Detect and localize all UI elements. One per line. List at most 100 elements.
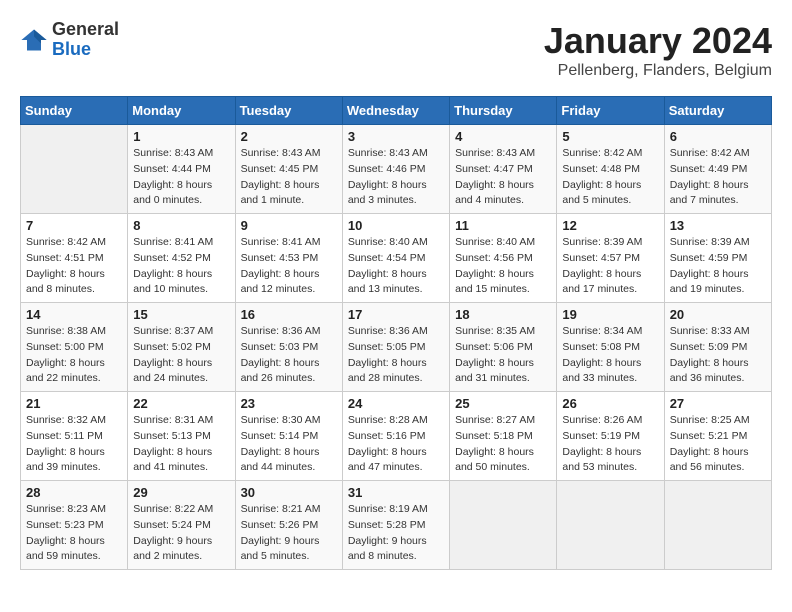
header-day-friday: Friday: [557, 97, 664, 125]
calendar-cell: 23 Sunrise: 8:30 AM Sunset: 5:14 PM Dayli…: [235, 392, 342, 481]
calendar-cell: 21 Sunrise: 8:32 AM Sunset: 5:11 PM Dayli…: [21, 392, 128, 481]
calendar-cell: 14 Sunrise: 8:38 AM Sunset: 5:00 PM Dayli…: [21, 303, 128, 392]
logo-icon: [20, 26, 48, 54]
calendar-cell: 2 Sunrise: 8:43 AM Sunset: 4:45 PM Daylig…: [235, 125, 342, 214]
week-row-1: 1Sunrise: 8:43 AM Sunset: 4:44 PM Daylig…: [21, 125, 772, 214]
day-info: Sunrise: 8:39 AM Sunset: 4:57 PM Dayligh…: [562, 235, 658, 298]
calendar-cell: 4 Sunrise: 8:43 AM Sunset: 4:47 PM Daylig…: [450, 125, 557, 214]
day-info: Sunrise: 8:19 AM Sunset: 5:28 PM Dayligh…: [348, 502, 444, 565]
calendar-cell: 30Sunrise: 8:21 AM Sunset: 5:26 PM Dayli…: [235, 481, 342, 570]
day-info: Sunrise: 8:37 AM Sunset: 5:02 PM Dayligh…: [133, 324, 229, 387]
day-info: Sunrise: 8:41 AM Sunset: 4:53 PM Dayligh…: [241, 235, 337, 298]
day-info: Sunrise: 8:36 AM Sunset: 5:03 PM Dayligh…: [241, 324, 337, 387]
calendar-cell: 22Sunrise: 8:31 AM Sunset: 5:13 PM Dayli…: [128, 392, 235, 481]
header-day-wednesday: Wednesday: [342, 97, 449, 125]
calendar-cell: 10 Sunrise: 8:40 AM Sunset: 4:54 PM Dayli…: [342, 214, 449, 303]
logo: General Blue: [20, 20, 119, 60]
day-number: 31: [348, 485, 444, 500]
day-number: 12: [562, 218, 658, 233]
week-row-4: 21 Sunrise: 8:32 AM Sunset: 5:11 PM Dayli…: [21, 392, 772, 481]
week-row-5: 28Sunrise: 8:23 AM Sunset: 5:23 PM Dayli…: [21, 481, 772, 570]
day-info: Sunrise: 8:25 AM Sunset: 5:21 PM Dayligh…: [670, 413, 766, 476]
day-number: 1: [133, 129, 229, 144]
day-number: 21: [26, 396, 122, 411]
day-number: 4: [455, 129, 551, 144]
calendar-cell: 6 Sunrise: 8:42 AM Sunset: 4:49 PM Daylig…: [664, 125, 771, 214]
day-number: 30: [241, 485, 337, 500]
day-number: 19: [562, 307, 658, 322]
header-day-thursday: Thursday: [450, 97, 557, 125]
day-number: 20: [670, 307, 766, 322]
day-number: 10: [348, 218, 444, 233]
day-number: 14: [26, 307, 122, 322]
calendar-cell: 28Sunrise: 8:23 AM Sunset: 5:23 PM Dayli…: [21, 481, 128, 570]
day-number: 18: [455, 307, 551, 322]
day-info: Sunrise: 8:30 AM Sunset: 5:14 PM Dayligh…: [241, 413, 337, 476]
day-info: Sunrise: 8:41 AM Sunset: 4:52 PM Dayligh…: [133, 235, 229, 298]
day-info: Sunrise: 8:40 AM Sunset: 4:54 PM Dayligh…: [348, 235, 444, 298]
calendar-table: SundayMondayTuesdayWednesdayThursdayFrid…: [20, 96, 772, 570]
day-number: 24: [348, 396, 444, 411]
day-info: Sunrise: 8:43 AM Sunset: 4:47 PM Dayligh…: [455, 146, 551, 209]
day-info: Sunrise: 8:22 AM Sunset: 5:24 PM Dayligh…: [133, 502, 229, 565]
header-day-monday: Monday: [128, 97, 235, 125]
day-number: 6: [670, 129, 766, 144]
day-number: 17: [348, 307, 444, 322]
calendar-cell: [664, 481, 771, 570]
header-row: SundayMondayTuesdayWednesdayThursdayFrid…: [21, 97, 772, 125]
calendar-cell: 8 Sunrise: 8:41 AM Sunset: 4:52 PM Daylig…: [128, 214, 235, 303]
calendar-cell: 26Sunrise: 8:26 AM Sunset: 5:19 PM Dayli…: [557, 392, 664, 481]
calendar-cell: 20Sunrise: 8:33 AM Sunset: 5:09 PM Dayli…: [664, 303, 771, 392]
day-info: Sunrise: 8:40 AM Sunset: 4:56 PM Dayligh…: [455, 235, 551, 298]
day-info: Sunrise: 8:43 AM Sunset: 4:45 PM Dayligh…: [241, 146, 337, 209]
title-section: January 2024 Pellenberg, Flanders, Belgi…: [544, 20, 772, 80]
calendar-cell: [450, 481, 557, 570]
day-number: 29: [133, 485, 229, 500]
day-number: 9: [241, 218, 337, 233]
location-subtitle: Pellenberg, Flanders, Belgium: [544, 62, 772, 80]
day-info: Sunrise: 8:39 AM Sunset: 4:59 PM Dayligh…: [670, 235, 766, 298]
calendar-cell: 27 Sunrise: 8:25 AM Sunset: 5:21 PM Dayli…: [664, 392, 771, 481]
day-info: Sunrise: 8:26 AM Sunset: 5:19 PM Dayligh…: [562, 413, 658, 476]
header-day-sunday: Sunday: [21, 97, 128, 125]
calendar-body: 1Sunrise: 8:43 AM Sunset: 4:44 PM Daylig…: [21, 125, 772, 570]
day-info: Sunrise: 8:36 AM Sunset: 5:05 PM Dayligh…: [348, 324, 444, 387]
calendar-cell: 13 Sunrise: 8:39 AM Sunset: 4:59 PM Dayli…: [664, 214, 771, 303]
day-number: 3: [348, 129, 444, 144]
day-number: 2: [241, 129, 337, 144]
header-day-saturday: Saturday: [664, 97, 771, 125]
day-info: Sunrise: 8:42 AM Sunset: 4:49 PM Dayligh…: [670, 146, 766, 209]
day-number: 23: [241, 396, 337, 411]
calendar-cell: 31 Sunrise: 8:19 AM Sunset: 5:28 PM Dayli…: [342, 481, 449, 570]
day-number: 7: [26, 218, 122, 233]
day-number: 13: [670, 218, 766, 233]
calendar-cell: 18 Sunrise: 8:35 AM Sunset: 5:06 PM Dayli…: [450, 303, 557, 392]
day-info: Sunrise: 8:43 AM Sunset: 4:46 PM Dayligh…: [348, 146, 444, 209]
week-row-3: 14 Sunrise: 8:38 AM Sunset: 5:00 PM Dayli…: [21, 303, 772, 392]
calendar-cell: 29 Sunrise: 8:22 AM Sunset: 5:24 PM Dayli…: [128, 481, 235, 570]
calendar-cell: [21, 125, 128, 214]
day-number: 25: [455, 396, 551, 411]
header: General Blue January 2024 Pellenberg, Fl…: [20, 20, 772, 80]
calendar-cell: 17 Sunrise: 8:36 AM Sunset: 5:05 PM Dayli…: [342, 303, 449, 392]
day-info: Sunrise: 8:38 AM Sunset: 5:00 PM Dayligh…: [26, 324, 122, 387]
calendar-header: SundayMondayTuesdayWednesdayThursdayFrid…: [21, 97, 772, 125]
calendar-cell: 5Sunrise: 8:42 AM Sunset: 4:48 PM Daylig…: [557, 125, 664, 214]
day-info: Sunrise: 8:28 AM Sunset: 5:16 PM Dayligh…: [348, 413, 444, 476]
day-number: 22: [133, 396, 229, 411]
day-number: 16: [241, 307, 337, 322]
day-info: Sunrise: 8:35 AM Sunset: 5:06 PM Dayligh…: [455, 324, 551, 387]
day-info: Sunrise: 8:32 AM Sunset: 5:11 PM Dayligh…: [26, 413, 122, 476]
logo-text: General Blue: [52, 20, 119, 60]
day-number: 8: [133, 218, 229, 233]
calendar-cell: 16 Sunrise: 8:36 AM Sunset: 5:03 PM Dayli…: [235, 303, 342, 392]
calendar-cell: 7Sunrise: 8:42 AM Sunset: 4:51 PM Daylig…: [21, 214, 128, 303]
day-number: 28: [26, 485, 122, 500]
calendar-cell: 1Sunrise: 8:43 AM Sunset: 4:44 PM Daylig…: [128, 125, 235, 214]
day-info: Sunrise: 8:34 AM Sunset: 5:08 PM Dayligh…: [562, 324, 658, 387]
month-title: January 2024: [544, 20, 772, 62]
calendar-cell: 24 Sunrise: 8:28 AM Sunset: 5:16 PM Dayli…: [342, 392, 449, 481]
calendar-cell: 15Sunrise: 8:37 AM Sunset: 5:02 PM Dayli…: [128, 303, 235, 392]
calendar-cell: [557, 481, 664, 570]
day-number: 27: [670, 396, 766, 411]
